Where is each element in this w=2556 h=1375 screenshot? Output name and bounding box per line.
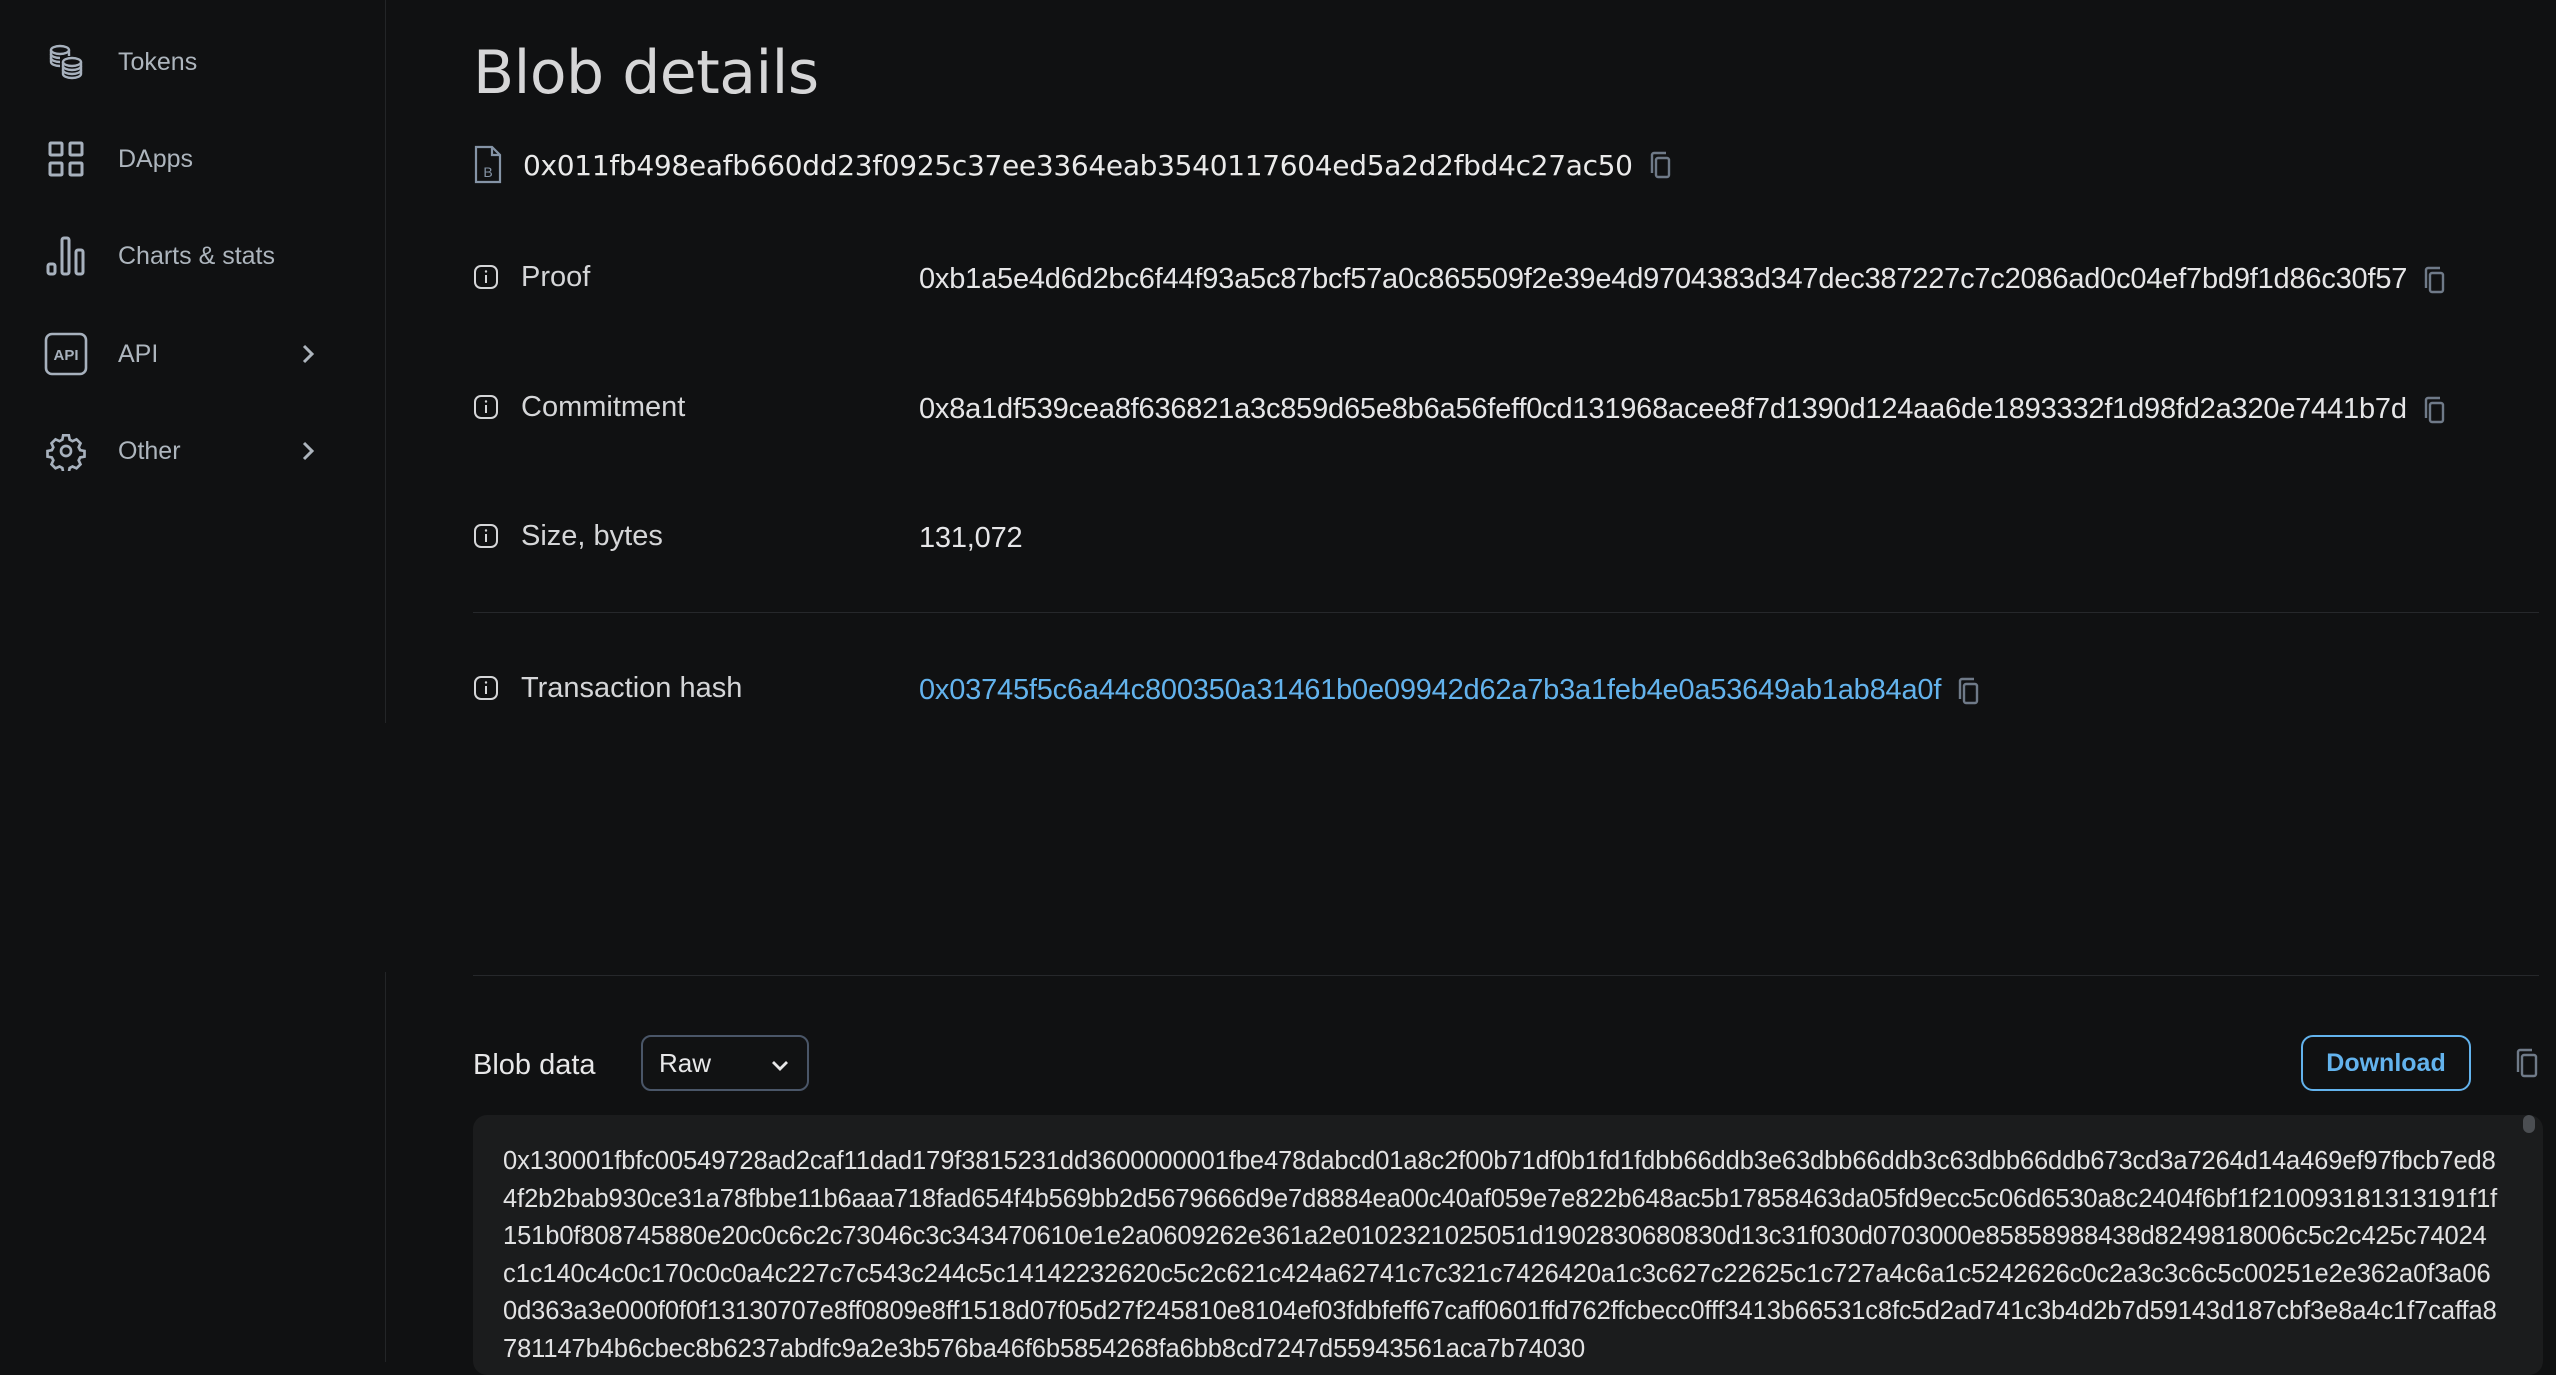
page-title: Blob details [473, 38, 819, 108]
commitment-value: 0x8a1df539cea8f636821a3c859d65e8b6a56fef… [919, 387, 2539, 431]
detail-row-proof: Proof 0xb1a5e4d6d2bc6f44f93a5c87bcf57a0c… [473, 257, 2556, 347]
coins-icon [44, 40, 88, 84]
blob-format-select[interactable]: Raw [641, 1035, 809, 1091]
size-value: 131,072 [919, 522, 1023, 554]
transaction-hash-link[interactable]: 0x03745f5c6a44c800350a31461b0e09942d62a7… [919, 674, 1941, 706]
download-button[interactable]: Download [2301, 1035, 2471, 1091]
proof-value: 0xb1a5e4d6d2bc6f44f93a5c87bcf57a0c865509… [919, 257, 2539, 301]
sidebar-item-other[interactable]: Other [44, 421, 334, 481]
sidebar-item-label: DApps [118, 144, 194, 173]
blob-data-header: Blob data Raw Download [473, 1035, 2539, 1095]
grid-icon [44, 137, 88, 181]
blob-hash: 0x011fb498eafb660dd23f0925c37ee3364eab35… [523, 148, 1633, 182]
chevron-right-icon [296, 439, 320, 463]
sidebar-item-charts-stats[interactable]: Charts & stats [44, 226, 334, 286]
info-icon[interactable] [473, 264, 499, 290]
gear-icon [44, 429, 88, 473]
sidebar-item-dapps[interactable]: DApps [44, 129, 334, 189]
sidebar: Tokens DApps Charts & stats API API Othe… [0, 0, 385, 1362]
sidebar-item-label: Charts & stats [118, 241, 275, 270]
chevron-down-icon [769, 1054, 791, 1076]
sidebar-item-label: API [118, 339, 159, 368]
info-icon[interactable] [473, 675, 499, 701]
blob-data-label: Blob data [473, 1049, 596, 1081]
chevron-right-icon [296, 342, 320, 366]
detail-row-size: Size, bytes 131,072 [473, 516, 2556, 560]
detail-label: Size, bytes [473, 516, 663, 556]
copy-icon[interactable] [1647, 151, 1673, 179]
blob-hash-row: B 0x011fb498eafb660dd23f0925c37ee3364eab… [473, 145, 1673, 185]
copy-icon[interactable] [2421, 266, 2447, 294]
section-divider [473, 612, 2539, 613]
sidebar-divider [385, 0, 386, 723]
info-icon[interactable] [473, 394, 499, 420]
svg-text:API: API [53, 347, 78, 364]
sidebar-item-label: Other [118, 436, 181, 465]
sidebar-divider [385, 972, 386, 1362]
sidebar-item-api[interactable]: API API [44, 324, 334, 384]
detail-row-commitment: Commitment 0x8a1df539cea8f636821a3c859d6… [473, 387, 2556, 477]
api-icon: API [44, 332, 88, 376]
detail-label: Transaction hash [473, 668, 742, 708]
blob-file-icon: B [473, 145, 507, 185]
detail-row-transaction-hash: Transaction hash 0x03745f5c6a44c800350a3… [473, 668, 2556, 712]
info-icon[interactable] [473, 523, 499, 549]
detail-label: Proof [473, 257, 590, 297]
detail-label: Commitment [473, 387, 685, 427]
blob-data-box[interactable]: 0x130001fbfc00549728ad2caf11dad179f38152… [473, 1115, 2543, 1375]
copy-icon[interactable] [1955, 677, 1981, 705]
blob-data-content: 0x130001fbfc00549728ad2caf11dad179f38152… [503, 1147, 2498, 1363]
section-divider [473, 975, 2539, 976]
bar-chart-icon [44, 234, 88, 278]
sidebar-item-tokens[interactable]: Tokens [44, 32, 334, 92]
transaction-hash-value: 0x03745f5c6a44c800350a31461b0e09942d62a7… [919, 668, 2539, 712]
scrollbar-thumb[interactable] [2523, 1115, 2535, 1133]
sidebar-item-label: Tokens [118, 47, 198, 76]
copy-icon[interactable] [2513, 1048, 2539, 1078]
copy-icon[interactable] [2421, 396, 2447, 424]
svg-text:B: B [483, 164, 492, 180]
